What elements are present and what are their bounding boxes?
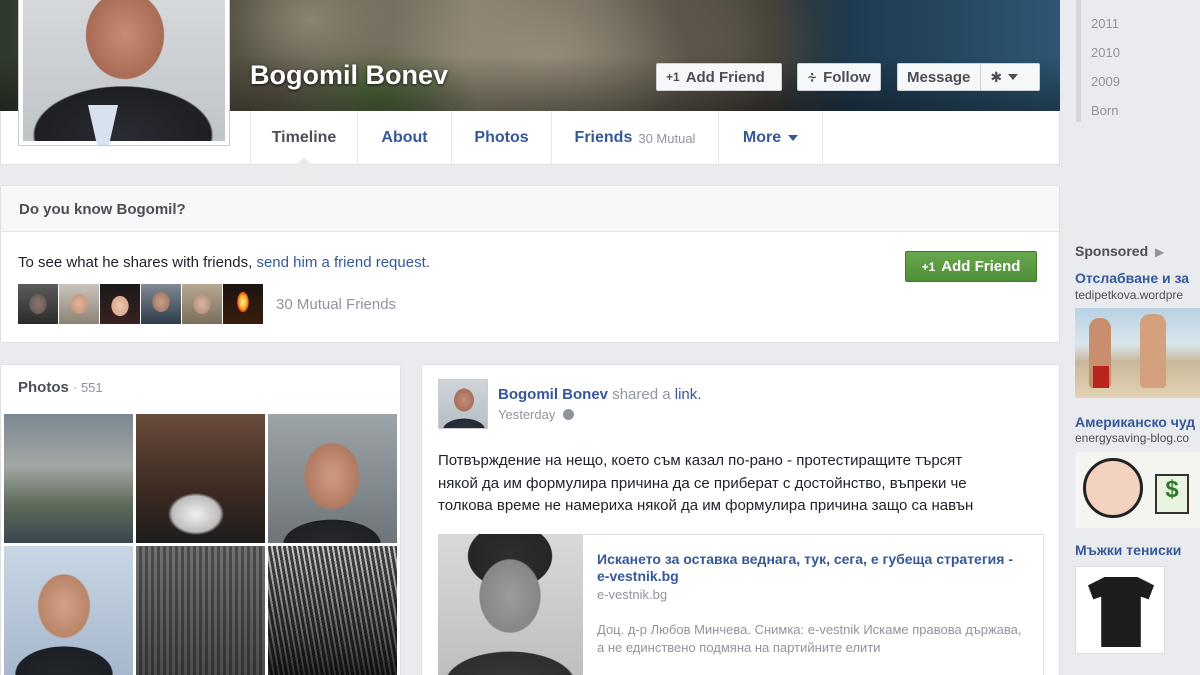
add-friend-label: Add Friend — [685, 68, 765, 86]
tab-more[interactable]: More — [718, 111, 823, 165]
timeline-year-nav: 2011 2010 2009 Born — [1076, 0, 1200, 122]
photo-thumb[interactable] — [4, 546, 133, 675]
sponsored-label: Sponsored — [1075, 243, 1149, 259]
post-text-line: толкова време не намериха някой да им фо… — [438, 497, 974, 514]
ad-title[interactable]: Американско чуд — [1075, 414, 1195, 430]
profile-picture-image — [23, 0, 225, 141]
tab-label: About — [381, 129, 428, 146]
photos-title: Photos — [18, 379, 69, 396]
tab-photos[interactable]: Photos — [451, 111, 551, 165]
ad-title[interactable]: Отслабване и за — [1075, 270, 1189, 286]
add-friend-label: Add Friend — [941, 258, 1021, 275]
shared-link-description: Доц. д-р Любов Минчева. Снимка: e-vestni… — [597, 622, 1022, 655]
mutual-friend-avatar[interactable] — [182, 284, 222, 324]
mutual-friend-avatar[interactable] — [100, 284, 140, 324]
post-text-line: Потвърждение на нещо, което съм казал по… — [438, 452, 963, 469]
shared-link-image[interactable] — [438, 534, 583, 675]
mutual-friend-avatar[interactable] — [59, 284, 99, 324]
post-author-link[interactable]: Bogomil Bonev — [498, 386, 608, 403]
mutual-count-label: 30 Mutual — [638, 130, 696, 146]
mutual-friend-avatar[interactable] — [141, 284, 181, 324]
photo-thumb[interactable] — [136, 414, 265, 543]
ad-title[interactable]: Мъжки тениски — [1075, 542, 1181, 558]
shared-link-domain: e-vestnik.bg — [597, 587, 668, 602]
photos-card-title[interactable]: Photos · 551 — [18, 379, 103, 396]
tab-label: Photos — [474, 129, 529, 146]
chevron-down-icon — [1008, 74, 1019, 80]
know-card-text-prefix: To see what he shares with friends, — [18, 254, 253, 271]
photos-count: · 551 — [73, 380, 103, 395]
follow-rss-icon: ∻ — [807, 70, 818, 84]
photo-thumb[interactable] — [4, 414, 133, 543]
year-link[interactable]: 2010 — [1091, 45, 1120, 60]
add-friend-icon: +1 — [921, 259, 936, 274]
tab-label: Timeline — [271, 129, 337, 146]
add-friend-button-secondary[interactable]: +1 Add Friend — [905, 251, 1037, 282]
tab-about[interactable]: About — [357, 111, 451, 165]
photo-thumb[interactable] — [268, 546, 397, 675]
follow-button[interactable]: ∻ Follow — [797, 63, 881, 91]
post-text: Потвърждение на нещо, което съм казал по… — [438, 450, 1038, 518]
profile-picture[interactable] — [18, 0, 230, 146]
mutual-friends-link[interactable]: 30 Mutual Friends — [276, 296, 396, 313]
know-card-title: Do you know Bogomil? — [1, 186, 1059, 232]
shared-link-title[interactable]: Искането за оставка веднага, тук, сега, … — [597, 551, 1017, 585]
post-object-link[interactable]: link. — [675, 386, 702, 403]
mutual-friend-avatar[interactable] — [223, 284, 263, 324]
add-friend-icon: +1 — [666, 70, 680, 84]
sponsored-heading: Sponsored ▶ — [1075, 243, 1164, 259]
year-link[interactable]: 2009 — [1091, 74, 1120, 89]
send-friend-request-link[interactable]: send him a friend request. — [256, 254, 429, 271]
gear-icon: ✱ — [990, 68, 1003, 85]
photo-thumb[interactable] — [268, 414, 397, 543]
active-tab-indicator — [296, 157, 312, 165]
ad-image[interactable] — [1075, 566, 1165, 654]
post-timestamp-row: Yesterday — [498, 407, 574, 422]
ad-domain: tedipetkova.wordpre — [1075, 288, 1184, 302]
tab-label: More — [742, 129, 782, 146]
settings-dropdown[interactable]: ✱ — [980, 64, 1019, 90]
tab-label: Friends — [574, 129, 633, 146]
post-text-line: някой да им формулира причина да се приб… — [438, 474, 967, 492]
profile-name[interactable]: Bogomil Bonev — [250, 60, 448, 91]
tab-friends[interactable]: Friends 30 Mutual — [551, 111, 718, 165]
ad-image[interactable]: $ — [1075, 452, 1200, 528]
chevron-down-icon — [788, 135, 799, 141]
megaphone-icon: ▶ — [1155, 245, 1165, 259]
follow-label: Follow — [823, 68, 871, 86]
message-button-group: Message ✱ — [897, 63, 1040, 91]
globe-icon[interactable] — [562, 409, 574, 420]
message-button[interactable]: Message — [907, 69, 970, 86]
year-link[interactable]: 2011 — [1091, 16, 1119, 31]
add-friend-button[interactable]: +1 Add Friend — [656, 63, 782, 91]
post-author-avatar[interactable] — [438, 379, 488, 429]
know-card-text: To see what he shares with friends, send… — [18, 254, 430, 271]
post-timestamp[interactable]: Yesterday — [498, 407, 555, 422]
year-link[interactable]: Born — [1091, 103, 1118, 118]
ad-domain: energysaving-blog.co — [1075, 431, 1190, 445]
photo-thumb[interactable] — [136, 546, 265, 675]
ad-image[interactable] — [1075, 308, 1200, 398]
mutual-friend-avatar[interactable] — [18, 284, 58, 324]
post-action: shared a — [612, 386, 671, 403]
post-header: Bogomil Bonev shared a link. — [498, 386, 701, 403]
